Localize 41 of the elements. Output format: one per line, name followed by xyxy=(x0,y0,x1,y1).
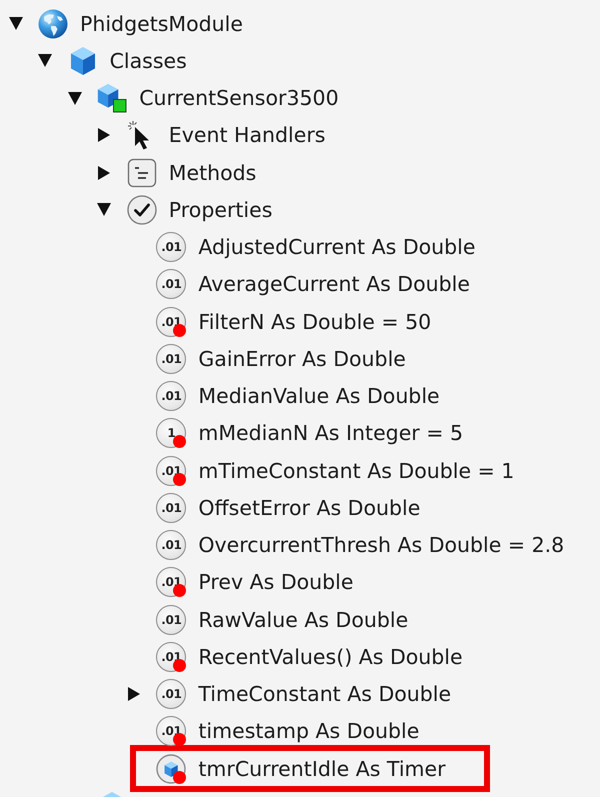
tree-item-label[interactable]: Methods xyxy=(168,160,256,185)
type-badge: .01 xyxy=(156,232,186,262)
type-badge: .01 xyxy=(156,679,186,710)
tree-item-label[interactable]: Classes xyxy=(110,48,187,73)
globe-icon xyxy=(38,8,68,39)
tree-item-label[interactable]: Event Handlers xyxy=(168,123,326,148)
disclosure-triangle-icon[interactable] xyxy=(98,128,110,142)
disclosure-triangle-icon[interactable] xyxy=(97,203,112,216)
checkmark-circle-icon xyxy=(126,194,157,225)
type-badge: .01 xyxy=(156,530,186,560)
tree-item-label[interactable]: GainError As Double xyxy=(198,346,406,371)
tree-item-label[interactable]: Prev As Double xyxy=(198,570,354,594)
tree-item-label[interactable]: TimeConstant As Double xyxy=(198,682,452,706)
type-badge: .01 xyxy=(156,381,186,412)
tree-item-label[interactable]: FilterN As Double = 50 xyxy=(198,310,432,334)
tree-item-label[interactable]: Properties xyxy=(168,198,272,222)
document-lines-icon xyxy=(126,158,157,188)
cube-with-square-icon xyxy=(97,83,128,114)
tree-item-label[interactable]: RecentValues() As Double xyxy=(198,644,463,669)
type-badge: .01 xyxy=(156,344,186,374)
tree-item-label[interactable]: AdjustedCurrent As Double xyxy=(198,235,476,260)
tree-item-label[interactable]: mTimeConstant As Double = 1 xyxy=(198,458,514,483)
tree-item-label[interactable]: OffsetError As Double xyxy=(198,496,420,520)
tree-item-label[interactable]: PhidgetsModule xyxy=(80,12,243,36)
tree-item-label[interactable]: mMedianN As Integer = 5 xyxy=(198,421,463,446)
disclosure-triangle-icon[interactable] xyxy=(98,166,110,180)
tree-item-label[interactable]: tmrCurrentIdle As Timer xyxy=(198,756,446,781)
disclosure-triangle-icon[interactable] xyxy=(38,54,52,68)
tree-item-label[interactable]: timestamp As Double xyxy=(198,719,420,744)
type-badge: .01 xyxy=(156,492,186,523)
disclosure-triangle-icon[interactable] xyxy=(68,92,82,105)
tree-item-label[interactable]: MedianValue As Double xyxy=(198,384,440,408)
tree-item-label[interactable]: OvercurrentThresh As Double = 2.8 xyxy=(198,533,564,558)
disclosure-triangle-icon[interactable] xyxy=(128,687,140,702)
disclosure-triangle-icon[interactable] xyxy=(8,17,22,30)
type-badge: .01 xyxy=(156,604,186,635)
tree-item-label[interactable]: AverageCurrent As Double xyxy=(198,272,470,296)
type-badge: .01 xyxy=(156,269,186,300)
tree-item-label[interactable]: CurrentSensor3500 xyxy=(139,86,339,110)
cube-icon xyxy=(70,46,96,76)
tree-item-label[interactable]: RawValue As Double xyxy=(198,608,408,632)
